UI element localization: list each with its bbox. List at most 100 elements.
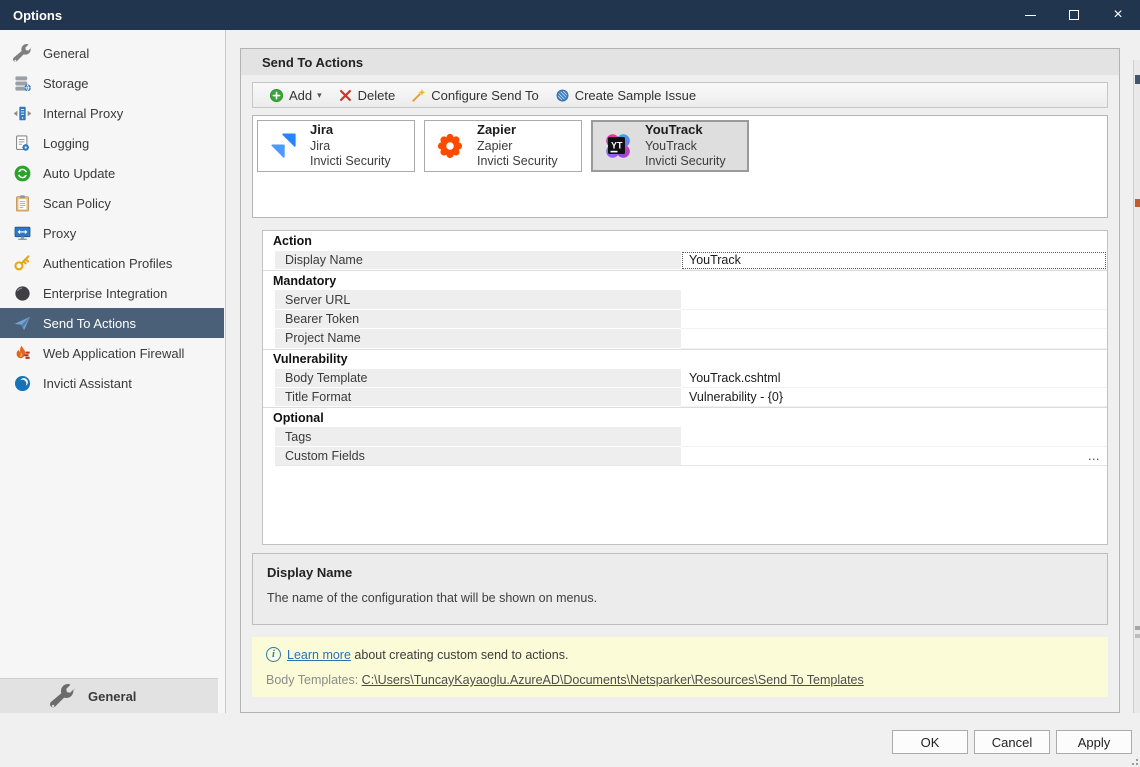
card-title: Jira xyxy=(310,122,391,138)
add-button[interactable]: Add ▾ xyxy=(261,84,330,106)
property-value-title-format[interactable]: Vulnerability - {0} xyxy=(681,388,1107,407)
property-group-vulnerability: Vulnerability xyxy=(263,349,1107,369)
add-icon xyxy=(269,88,284,103)
wand-icon xyxy=(411,88,426,103)
property-label[interactable]: Body Template xyxy=(275,369,681,388)
sidebar-item-invicti-assistant[interactable]: Invicti Assistant xyxy=(0,368,224,398)
info-text: Learn more about creating custom send to… xyxy=(287,648,568,662)
action-card-jira[interactable]: Jira Jira Invicti Security xyxy=(257,120,415,172)
apply-button[interactable]: Apply xyxy=(1056,730,1132,754)
body-templates-path-link[interactable]: C:\Users\TuncayKayaoglu.AzureAD\Document… xyxy=(362,673,864,687)
property-value-tags[interactable] xyxy=(681,427,1107,446)
property-row-custom-fields[interactable]: Custom Fields … xyxy=(263,447,1107,466)
key-icon xyxy=(13,254,32,273)
sidebar-nav: General Storage Internal Proxy Logging A… xyxy=(0,38,224,398)
sidebar-item-label: Enterprise Integration xyxy=(43,286,167,301)
action-card-youtrack[interactable]: YT YouTrack YouTrack Invicti Security xyxy=(591,120,749,172)
card-vendor: Invicti Security xyxy=(477,154,558,170)
property-row-display-name[interactable]: Display Name YouTrack xyxy=(263,251,1107,270)
sample-issue-icon xyxy=(555,88,570,103)
cancel-button[interactable]: Cancel xyxy=(974,730,1050,754)
sidebar-item-label: Storage xyxy=(43,76,89,91)
learn-more-link[interactable]: Learn more xyxy=(287,648,351,662)
property-label[interactable]: Project Name xyxy=(275,329,681,348)
property-label[interactable]: Server URL xyxy=(275,290,681,309)
info-panel: i Learn more about creating custom send … xyxy=(252,637,1108,697)
property-value-bearer-token[interactable] xyxy=(681,310,1107,329)
jira-logo-icon xyxy=(264,127,302,165)
sidebar-item-authentication-profiles[interactable]: Authentication Profiles xyxy=(0,248,224,278)
sidebar-item-label: Logging xyxy=(43,136,89,151)
info-text-rest: about creating custom send to actions. xyxy=(351,648,569,662)
property-label[interactable]: Bearer Token xyxy=(275,310,681,329)
maximize-button[interactable] xyxy=(1052,0,1096,30)
property-row-body-template[interactable]: Body Template YouTrack.cshtml xyxy=(263,369,1107,388)
sidebar-item-web-application-firewall[interactable]: Web Application Firewall xyxy=(0,338,224,368)
main-area: Send To Actions Add ▾ Delete Configure S… xyxy=(227,30,1133,713)
sidebar-item-logging[interactable]: Logging xyxy=(0,128,224,158)
sidebar-item-label: Auto Update xyxy=(43,166,115,181)
property-label[interactable]: Display Name xyxy=(275,251,681,270)
property-group-action: Action xyxy=(263,231,1107,251)
property-value-custom-fields[interactable]: … xyxy=(681,447,1107,466)
add-label: Add xyxy=(289,88,312,103)
send-to-actions-list: Jira Jira Invicti Security Zapier Zapier… xyxy=(252,115,1108,218)
send-to-actions-groupbox: Send To Actions Add ▾ Delete Configure S… xyxy=(240,48,1120,713)
property-value-project-name[interactable] xyxy=(681,329,1107,348)
property-value-body-template[interactable]: YouTrack.cshtml xyxy=(681,369,1107,388)
card-title: Zapier xyxy=(477,122,558,138)
property-row-project-name[interactable]: Project Name xyxy=(263,329,1107,348)
close-button[interactable]: × xyxy=(1096,0,1140,30)
create-sample-issue-label: Create Sample Issue xyxy=(575,88,696,103)
property-label[interactable]: Title Format xyxy=(275,388,681,407)
chevron-down-icon: ▾ xyxy=(317,90,322,101)
internal-proxy-icon xyxy=(13,104,32,123)
sidebar-item-label: Send To Actions xyxy=(43,316,136,331)
property-row-title-format[interactable]: Title Format Vulnerability - {0} xyxy=(263,388,1107,407)
auto-update-icon xyxy=(13,164,32,183)
delete-button[interactable]: Delete xyxy=(330,84,404,106)
sidebar-item-auto-update[interactable]: Auto Update xyxy=(0,158,224,188)
minimize-button[interactable] xyxy=(1008,0,1052,30)
background-scrollbar-strip xyxy=(1133,60,1140,743)
body-templates-label: Body Templates: xyxy=(266,673,358,687)
sidebar-item-send-to-actions[interactable]: Send To Actions xyxy=(0,308,224,338)
description-title: Display Name xyxy=(267,565,1093,580)
custom-fields-ellipsis-button[interactable]: … xyxy=(1088,449,1101,463)
zapier-logo-icon xyxy=(431,127,469,165)
sidebar-item-enterprise-integration[interactable]: Enterprise Integration xyxy=(0,278,224,308)
property-label[interactable]: Tags xyxy=(275,427,681,446)
wrench-icon xyxy=(13,44,32,63)
sidebar-item-label: Authentication Profiles xyxy=(43,256,172,271)
storage-icon xyxy=(13,74,32,93)
sidebar-footer-general: General xyxy=(0,678,218,713)
youtrack-logo-icon: YT xyxy=(599,127,637,165)
card-subtitle: YouTrack xyxy=(645,139,726,155)
sidebar-item-general[interactable]: General xyxy=(0,38,224,68)
property-row-bearer-token[interactable]: Bearer Token xyxy=(263,310,1107,329)
sidebar-item-scan-policy[interactable]: Scan Policy xyxy=(0,188,224,218)
logging-icon xyxy=(13,134,32,153)
sidebar: General Storage Internal Proxy Logging A… xyxy=(0,30,226,713)
sidebar-item-storage[interactable]: Storage xyxy=(0,68,224,98)
window-title: Options xyxy=(0,8,62,23)
minimize-icon xyxy=(1025,15,1036,16)
property-label[interactable]: Custom Fields xyxy=(275,447,681,466)
property-group-optional: Optional xyxy=(263,407,1107,427)
resize-grip[interactable] xyxy=(1128,755,1138,765)
ok-button[interactable]: OK xyxy=(892,730,968,754)
maximize-icon xyxy=(1069,10,1079,20)
property-row-tags[interactable]: Tags xyxy=(263,427,1107,446)
sidebar-item-proxy[interactable]: Proxy xyxy=(0,218,224,248)
paper-plane-icon xyxy=(13,314,32,333)
configure-send-to-button[interactable]: Configure Send To xyxy=(403,84,546,106)
property-value-display-name[interactable]: YouTrack xyxy=(681,251,1107,270)
sidebar-item-label: Scan Policy xyxy=(43,196,111,211)
property-row-server-url[interactable]: Server URL xyxy=(263,290,1107,309)
sidebar-item-internal-proxy[interactable]: Internal Proxy xyxy=(0,98,224,128)
property-value-server-url[interactable] xyxy=(681,290,1107,309)
toolbar: Add ▾ Delete Configure Send To Create Sa… xyxy=(252,82,1108,108)
property-description-panel: Display Name The name of the configurati… xyxy=(252,553,1108,625)
create-sample-issue-button[interactable]: Create Sample Issue xyxy=(547,84,704,106)
action-card-zapier[interactable]: Zapier Zapier Invicti Security xyxy=(424,120,582,172)
